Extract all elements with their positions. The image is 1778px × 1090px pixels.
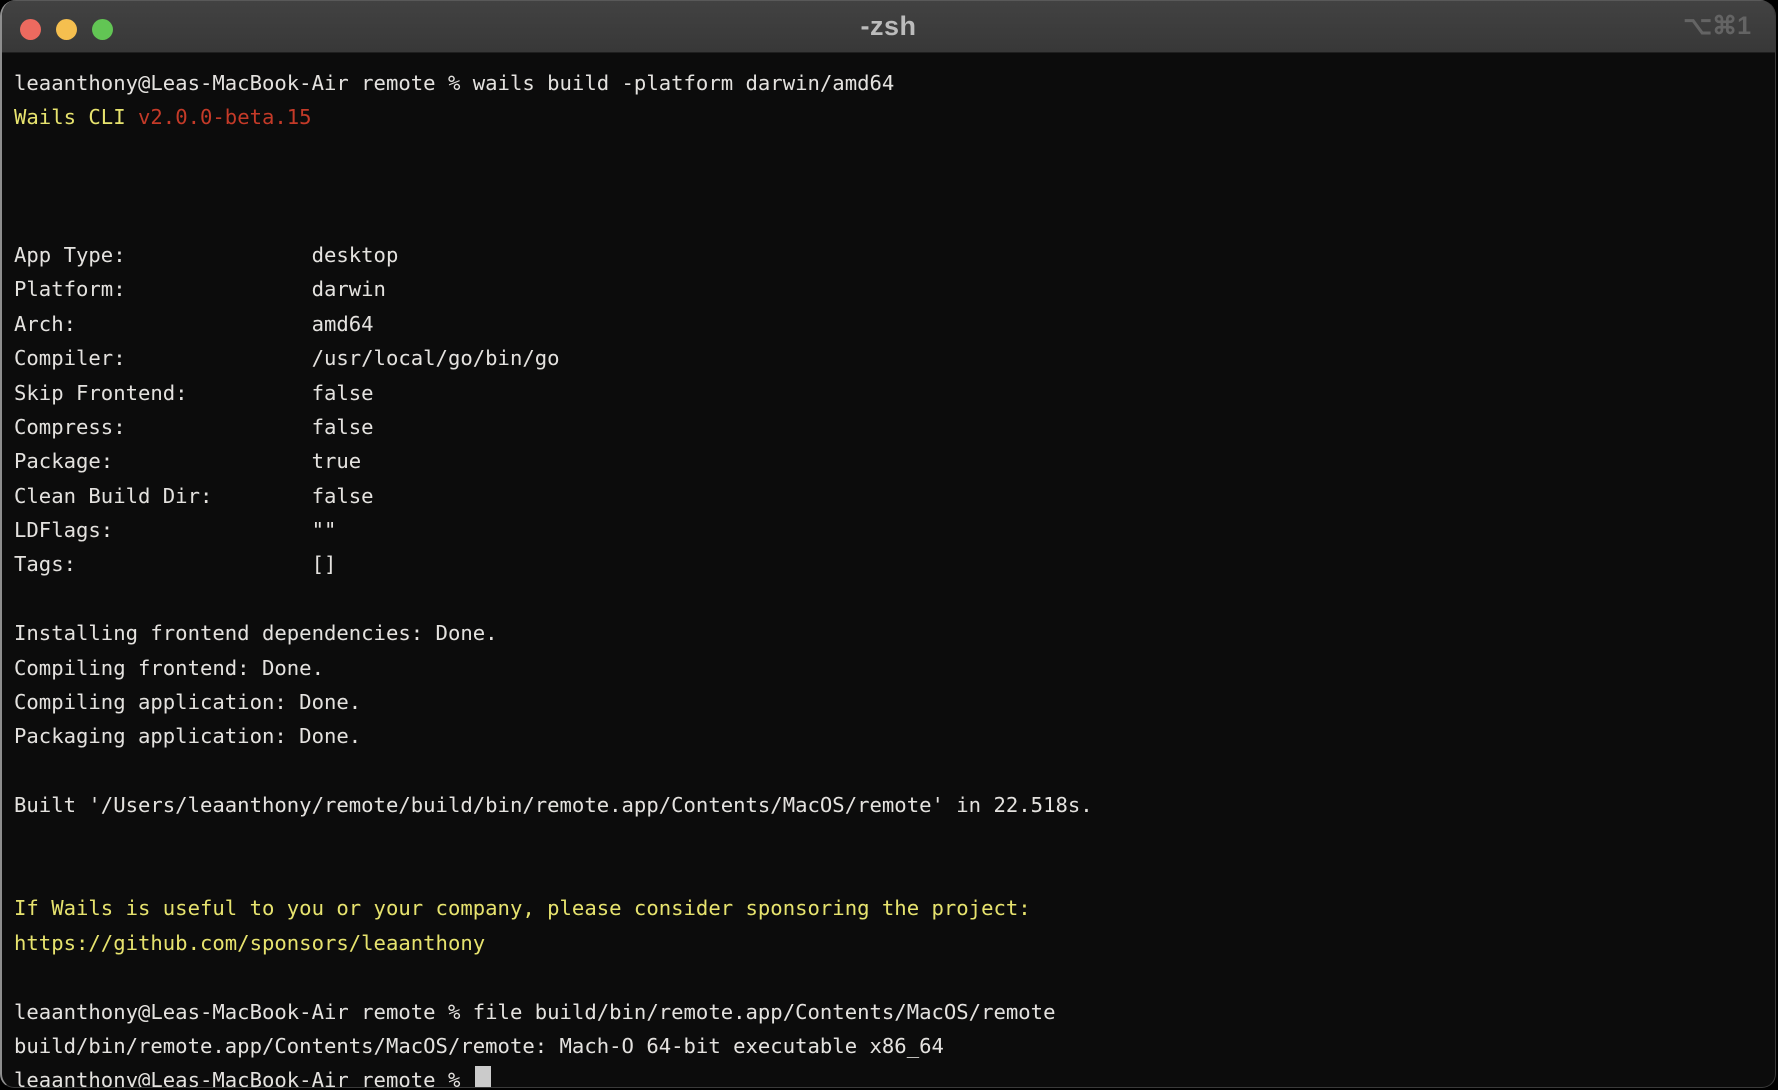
terminal-line: Skip Frontend: false [14, 376, 1775, 410]
terminal-text-segment: App Type: desktop [14, 243, 398, 267]
terminal-text-segment: Installing frontend dependencies: Done. [14, 621, 498, 645]
minimize-button[interactable] [56, 19, 77, 40]
terminal-text-segment: Compress: false [14, 415, 374, 439]
terminal-text-segment: Wails CLI [14, 105, 138, 129]
terminal-text-segment: Tags: [] [14, 552, 336, 576]
terminal-text-segment: Built '/Users/leaanthony/remote/build/bi… [14, 793, 1093, 817]
terminal-line: leaanthony@Leas-MacBook-Air remote % wai… [14, 66, 1775, 100]
terminal-text-segment: v2.0.0-beta.15 [138, 105, 312, 129]
terminal-line: Compiler: /usr/local/go/bin/go [14, 341, 1775, 375]
terminal-text-segment: If Wails is useful to you or your compan… [14, 896, 1031, 920]
zoom-button[interactable] [92, 19, 113, 40]
terminal-line [14, 857, 1775, 891]
terminal-window: -zsh ⌥⌘1 leaanthony@Leas-MacBook-Air rem… [0, 0, 1776, 1088]
window-title: -zsh [2, 0, 1775, 52]
close-button[interactable] [20, 19, 41, 40]
terminal-text-segment: Platform: darwin [14, 277, 386, 301]
terminal-text-segment: Package: true [14, 449, 361, 473]
terminal-line: Compress: false [14, 410, 1775, 444]
terminal-line [14, 582, 1775, 616]
terminal-text-segment: build/bin/remote.app/Contents/MacOS/remo… [14, 1034, 944, 1058]
terminal-line: Package: true [14, 444, 1775, 478]
terminal-text-segment: Compiling frontend: Done. [14, 656, 324, 680]
terminal-line: leaanthony@Leas-MacBook-Air remote % [14, 1063, 1775, 1088]
terminal-line [14, 960, 1775, 994]
traffic-light-group [20, 19, 113, 40]
terminal-text-segment: https://github.com/sponsors/leaanthony [14, 931, 485, 955]
terminal-text-segment: leaanthony@Leas-MacBook-Air remote % [14, 1068, 473, 1088]
terminal-line: Packaging application: Done. [14, 719, 1775, 753]
terminal-text-segment: Arch: amd64 [14, 312, 374, 336]
terminal-line [14, 135, 1775, 169]
terminal-line: Platform: darwin [14, 272, 1775, 306]
terminal-line: leaanthony@Leas-MacBook-Air remote % fil… [14, 995, 1775, 1029]
terminal-text-segment: Clean Build Dir: false [14, 484, 374, 508]
terminal-line: Installing frontend dependencies: Done. [14, 616, 1775, 650]
terminal-line: Compiling frontend: Done. [14, 651, 1775, 685]
terminal-text-segment: Compiler: /usr/local/go/bin/go [14, 346, 560, 370]
terminal-text-segment: LDFlags: "" [14, 518, 336, 542]
terminal-line [14, 823, 1775, 857]
terminal-text-segment: leaanthony@Leas-MacBook-Air remote % wai… [14, 71, 894, 95]
terminal-cursor [475, 1066, 491, 1088]
terminal-line: Built '/Users/leaanthony/remote/build/bi… [14, 788, 1775, 822]
terminal-line [14, 204, 1775, 238]
terminal-line: build/bin/remote.app/Contents/MacOS/remo… [14, 1029, 1775, 1063]
window-shortcut-hint: ⌥⌘1 [1683, 0, 1751, 52]
terminal-text-segment: leaanthony@Leas-MacBook-Air remote % fil… [14, 1000, 1055, 1024]
terminal-line: If Wails is useful to you or your compan… [14, 891, 1775, 925]
terminal-line: Clean Build Dir: false [14, 479, 1775, 513]
terminal-line: Compiling application: Done. [14, 685, 1775, 719]
terminal-line: Tags: [] [14, 547, 1775, 581]
terminal-line [14, 169, 1775, 203]
terminal-line: App Type: desktop [14, 238, 1775, 272]
terminal-text-segment: Skip Frontend: false [14, 381, 374, 405]
terminal-line: https://github.com/sponsors/leaanthony [14, 926, 1775, 960]
terminal-text-segment: Packaging application: Done. [14, 724, 361, 748]
terminal-line: Wails CLI v2.0.0-beta.15 [14, 100, 1775, 134]
terminal-screen[interactable]: leaanthony@Leas-MacBook-Air remote % wai… [2, 53, 1775, 1088]
terminal-line: LDFlags: "" [14, 513, 1775, 547]
window-titlebar[interactable]: -zsh ⌥⌘1 [2, 0, 1775, 53]
terminal-line: Arch: amd64 [14, 307, 1775, 341]
terminal-line [14, 754, 1775, 788]
terminal-text-segment: Compiling application: Done. [14, 690, 361, 714]
